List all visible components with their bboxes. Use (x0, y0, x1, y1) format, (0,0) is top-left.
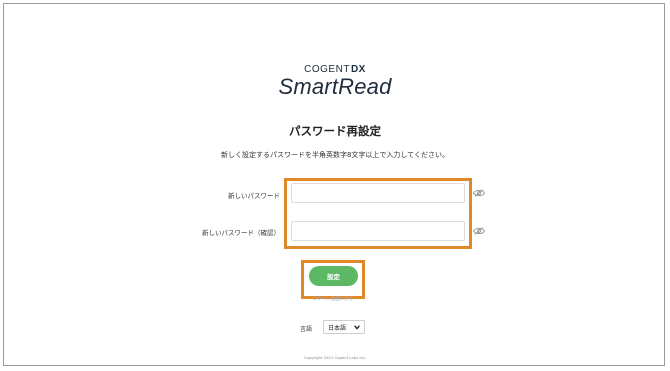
password-fields-highlight (284, 178, 472, 249)
language-label: 言語 (300, 326, 313, 333)
copyright-text: Copyright 2021 Cogent Labs Inc. (303, 355, 367, 360)
confirm-password-label: 新しいパスワード（確認） (202, 229, 280, 237)
page-title: パスワード再設定 (289, 124, 381, 138)
language-selected-value: 日本語 (328, 324, 347, 332)
instructions-text: 新しく設定するパスワードを半角英数字8文字以上で入力してください。 (220, 151, 450, 159)
new-password-label: 新しいパスワード (228, 192, 280, 200)
language-select[interactable]: 日本語 (323, 320, 365, 334)
product-logo: SmartRead (278, 74, 392, 99)
eye-slash-icon[interactable] (473, 227, 485, 235)
eye-slash-icon[interactable] (473, 189, 485, 197)
chevron-down-icon (354, 324, 360, 330)
back-to-login-link[interactable]: ログイン画面に戻る (300, 296, 366, 302)
submit-button-highlight (301, 260, 365, 299)
